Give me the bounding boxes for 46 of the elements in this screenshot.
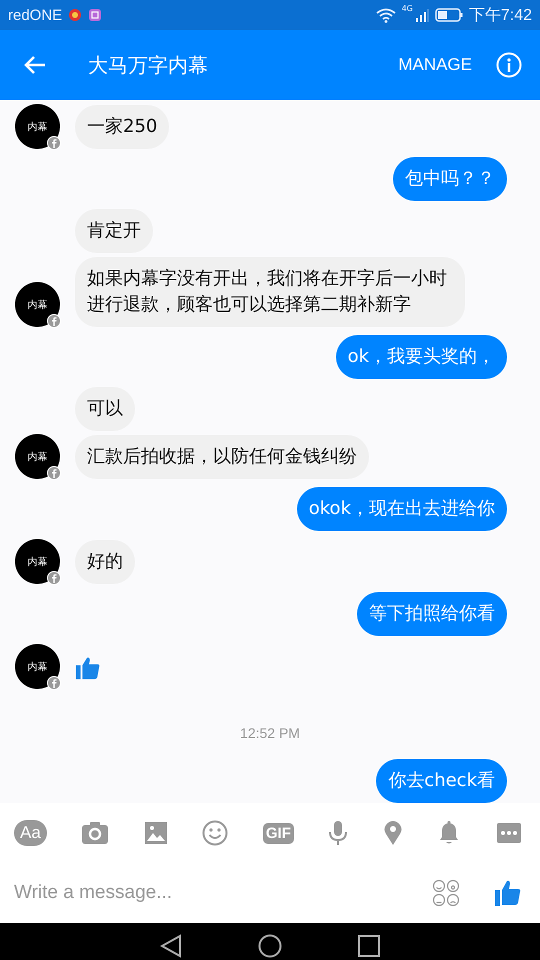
messenger-badge-icon — [47, 466, 61, 480]
contact-avatar[interactable]: 内幕 — [15, 104, 60, 149]
message-input[interactable]: Write a message... — [14, 878, 398, 908]
emoji-faces-icon[interactable] — [432, 879, 460, 907]
carrier-name: redONE — [8, 6, 62, 24]
messenger-badge-icon — [47, 136, 61, 150]
microphone-icon[interactable] — [328, 820, 348, 846]
contact-avatar[interactable]: 内幕 — [15, 539, 60, 584]
camera-icon[interactable] — [81, 821, 110, 845]
back-nav-icon[interactable] — [160, 934, 182, 958]
battery-icon — [434, 8, 463, 22]
message-bubble: 如果内幕字没有开出，我们将在开字后一小时进行退款，顾客也可以选择第二期补新字 — [75, 257, 465, 327]
manage-button[interactable]: MANAGE — [398, 51, 472, 79]
info-icon[interactable] — [496, 52, 522, 78]
message-bubble: 一家250 — [75, 105, 170, 149]
conversation-title: 大马万字内幕 — [88, 52, 208, 78]
message-bubble: 等下拍照给你看 — [357, 592, 507, 636]
message-bubble: 好的 — [75, 540, 135, 584]
recents-nav-icon[interactable] — [358, 934, 380, 956]
app-notification-icon — [68, 8, 82, 22]
message-bubble: ok，我要头奖的， — [336, 335, 507, 379]
network-type: 4G — [402, 4, 413, 13]
messenger-badge-icon — [47, 676, 61, 690]
message-bubble: 肯定开 — [75, 209, 153, 253]
messenger-badge-icon — [47, 571, 61, 585]
contact-avatar[interactable]: 内幕 — [15, 282, 60, 327]
message-bubble: 你去check看 — [376, 759, 507, 803]
message-bubble: 包中吗？？ — [393, 157, 507, 201]
contact-avatar[interactable]: 内幕 — [15, 644, 60, 689]
message-bubble: okok，现在出去进给你 — [296, 487, 507, 531]
thumbs-up-icon[interactable] — [494, 879, 522, 907]
message-bubble: 汇款后拍收据，以防任何金钱纠纷 — [75, 435, 369, 479]
signal-icon — [414, 8, 429, 22]
wifi-icon — [376, 8, 396, 22]
emoji-icon[interactable] — [202, 820, 228, 846]
messenger-badge-icon — [47, 314, 61, 328]
timestamp: 12:52 PM — [239, 725, 300, 741]
gallery-notification-icon — [88, 8, 102, 22]
contact-avatar[interactable]: 内幕 — [15, 434, 60, 479]
message-bubble: 可以 — [75, 387, 135, 431]
image-icon[interactable] — [144, 821, 168, 845]
more-icon[interactable] — [496, 822, 522, 844]
home-nav-icon[interactable] — [258, 934, 282, 958]
location-pin-icon[interactable] — [382, 820, 403, 846]
back-arrow-icon[interactable] — [24, 55, 46, 75]
clock: 下午7:42 — [468, 6, 532, 26]
